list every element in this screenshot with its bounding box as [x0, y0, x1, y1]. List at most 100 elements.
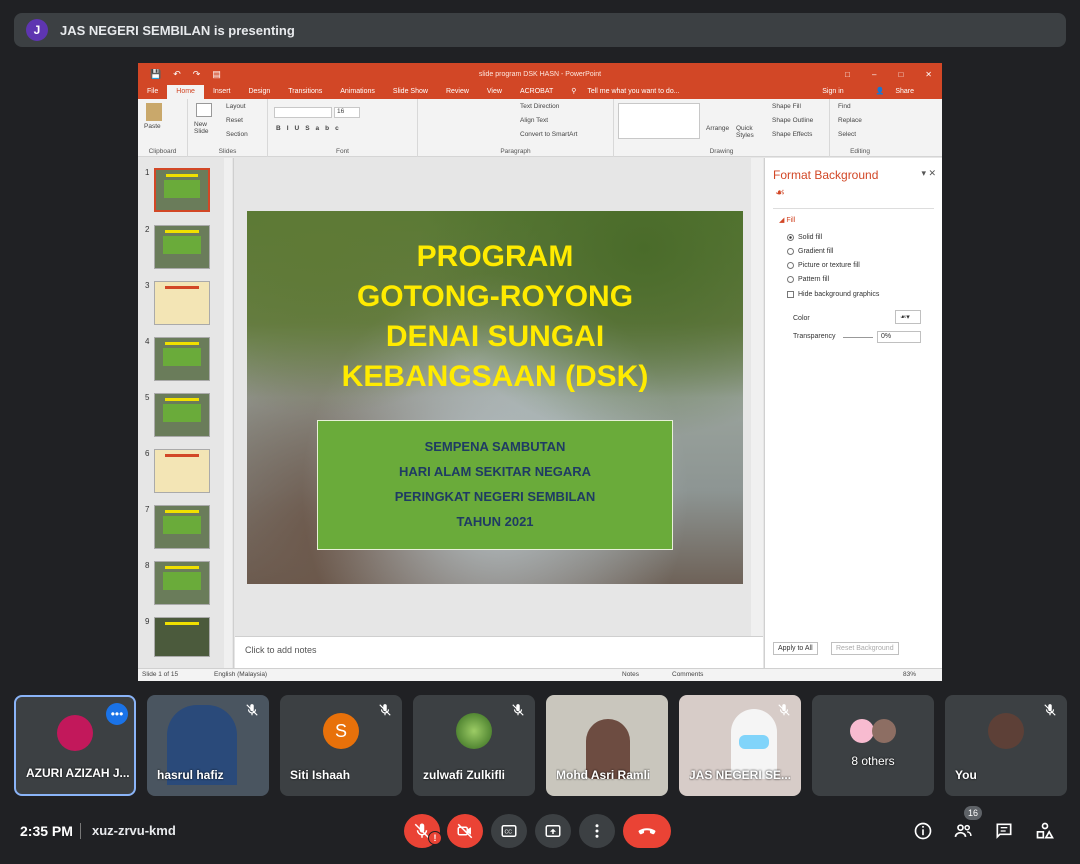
- present-screen-icon: [545, 825, 561, 837]
- chat-button[interactable]: [992, 819, 1016, 843]
- tab-design: Design: [248, 88, 271, 95]
- subtitle-line: SEMPENA SAMBUTAN: [424, 439, 566, 454]
- camera-off-icon: [457, 823, 473, 839]
- meeting-controls-bar: 2:35 PM xuz-zrvu-kmd ! CC 16: [0, 805, 1080, 864]
- font-label: Font: [335, 148, 349, 155]
- tab-view: View: [486, 88, 502, 95]
- thumb-number: 3: [145, 281, 150, 290]
- shape-outline-label: Shape Outline: [772, 117, 814, 124]
- participant-avatar: [456, 713, 492, 749]
- quick-styles-label: Quick Styles: [736, 125, 754, 139]
- camera-toggle-button[interactable]: [447, 814, 483, 848]
- align-text-label: Align Text: [520, 117, 549, 124]
- maximize-icon: □: [898, 69, 904, 79]
- chat-icon: [996, 823, 1012, 839]
- others-avatar: [850, 719, 874, 743]
- tab-slide-show: Slide Show: [392, 88, 428, 95]
- share: 👤 Share: [875, 88, 914, 95]
- activities-button[interactable]: [1033, 819, 1057, 843]
- slide-thumbnail: [154, 281, 210, 325]
- slide-thumbnail: [154, 449, 210, 493]
- section-label: Section: [226, 131, 248, 138]
- mic-off-icon: [778, 704, 790, 716]
- slide-title-line: DENAI SUNGAI: [385, 320, 605, 353]
- face-mask: [739, 735, 769, 749]
- paragraph-label: Paragraph: [500, 148, 531, 155]
- shapes-gallery: [618, 103, 700, 139]
- ribbon-tabs: File Home Insert Design Transitions Anim…: [138, 85, 942, 99]
- slide-thumbnail: [154, 505, 210, 549]
- tab-file: File: [147, 88, 159, 95]
- tab-acrobat: ACROBAT: [519, 88, 554, 95]
- slide-thumbnail: [154, 617, 210, 657]
- solid-fill-option: Solid fill: [787, 234, 822, 241]
- apply-to-all-button: Apply to All: [773, 642, 818, 655]
- slide-editor: PROGRAM GOTONG-ROYONG DENAI SUNGAI KEBAN…: [235, 158, 763, 636]
- smartart-label: Convert to SmartArt: [520, 131, 578, 138]
- paste-icon: [146, 103, 162, 121]
- subtitle-line: HARI ALAM SEKITAR NEGARA: [398, 464, 592, 479]
- ribbon: Paste Clipboard New Slide Layout Reset S…: [138, 99, 942, 157]
- comments-toggle: Comments: [672, 671, 704, 678]
- current-slide: PROGRAM GOTONG-ROYONG DENAI SUNGAI KEBAN…: [247, 211, 743, 584]
- color-label: Color: [793, 315, 810, 322]
- picture-fill-option: Picture or texture fill: [787, 262, 860, 269]
- participant-tile[interactable]: Mohd Asri Ramli: [546, 695, 668, 796]
- layout-label: Layout: [226, 103, 246, 110]
- svg-text:CC: CC: [505, 829, 513, 835]
- participant-name: AZURI AZIZAH J...: [26, 766, 130, 780]
- meeting-details-button[interactable]: [911, 819, 935, 843]
- hide-graphics-checkbox: Hide background graphics: [787, 291, 879, 298]
- shape-effects-label: Shape Effects: [772, 131, 813, 138]
- reset-label: Reset: [226, 117, 243, 124]
- find-label: Find: [838, 103, 851, 110]
- people-button[interactable]: [951, 819, 975, 843]
- participant-tile[interactable]: JAS NEGERI SE...: [679, 695, 801, 796]
- slide-thumbnail: [154, 561, 210, 605]
- more-options-icon[interactable]: •••: [106, 703, 128, 725]
- tell-me: ⚲ Tell me what you want to do...: [571, 88, 680, 95]
- close-icon: ✕: [925, 69, 932, 79]
- drawing-group: Arrange Quick Styles Shape Fill Shape Ou…: [614, 99, 830, 157]
- slide-thumbnails: 1 2 3 4 5 6 7 8 9: [138, 158, 234, 668]
- transparency-label: Transparency: [793, 333, 836, 340]
- leave-call-button[interactable]: [623, 814, 671, 848]
- others-avatar: [872, 719, 896, 743]
- font-group: 16 BIUSabc Font: [268, 99, 418, 157]
- participant-tile[interactable]: S Siti Ishaah: [280, 695, 402, 796]
- select-label: Select: [838, 131, 857, 138]
- arrange-label: Arrange: [706, 125, 730, 132]
- participant-avatar: S: [323, 713, 359, 749]
- ribbon-display-icon: □: [845, 69, 850, 79]
- new-slide-icon: [196, 103, 212, 117]
- participant-name: Siti Ishaah: [290, 768, 351, 782]
- participant-tile[interactable]: ••• AZURI AZIZAH J...: [14, 695, 136, 796]
- present-button[interactable]: [535, 814, 571, 848]
- slide-title-line: PROGRAM: [416, 240, 574, 273]
- thumb-number: 9: [145, 617, 150, 626]
- new-slide-label: New Slide: [194, 121, 209, 135]
- notes-toggle: Notes: [622, 671, 639, 678]
- tab-review: Review: [445, 88, 469, 95]
- thumb-number: 2: [145, 225, 150, 234]
- participant-tile[interactable]: 8 others: [812, 695, 934, 796]
- thumb-number: 1: [145, 168, 150, 177]
- clipboard-group: Paste Clipboard: [138, 99, 188, 157]
- participant-name: You: [955, 768, 977, 782]
- subtitle-line: TAHUN 2021: [456, 514, 534, 529]
- participant-tile[interactable]: hasrul hafiz: [147, 695, 269, 796]
- editing-label: Editing: [850, 148, 870, 155]
- participant-name: hasrul hafiz: [157, 768, 224, 782]
- shared-screen-powerpoint: 💾 ↶ ↷ ▤ slide program DSK HASN - PowerPo…: [138, 63, 942, 681]
- info-icon: [914, 822, 932, 840]
- captions-button[interactable]: CC: [491, 814, 527, 848]
- slide-thumbnail: [154, 168, 210, 212]
- participant-tile[interactable]: You: [945, 695, 1067, 796]
- more-options-button[interactable]: [579, 814, 615, 848]
- font-format-icons: BIUSabc: [276, 125, 345, 132]
- participant-tile[interactable]: zulwafi Zulkifli: [413, 695, 535, 796]
- clock: 2:35 PM: [20, 823, 73, 839]
- replace-label: Replace: [838, 117, 862, 124]
- meeting-code: xuz-zrvu-kmd: [92, 823, 176, 838]
- fill-section: ◢ Fill: [779, 217, 796, 224]
